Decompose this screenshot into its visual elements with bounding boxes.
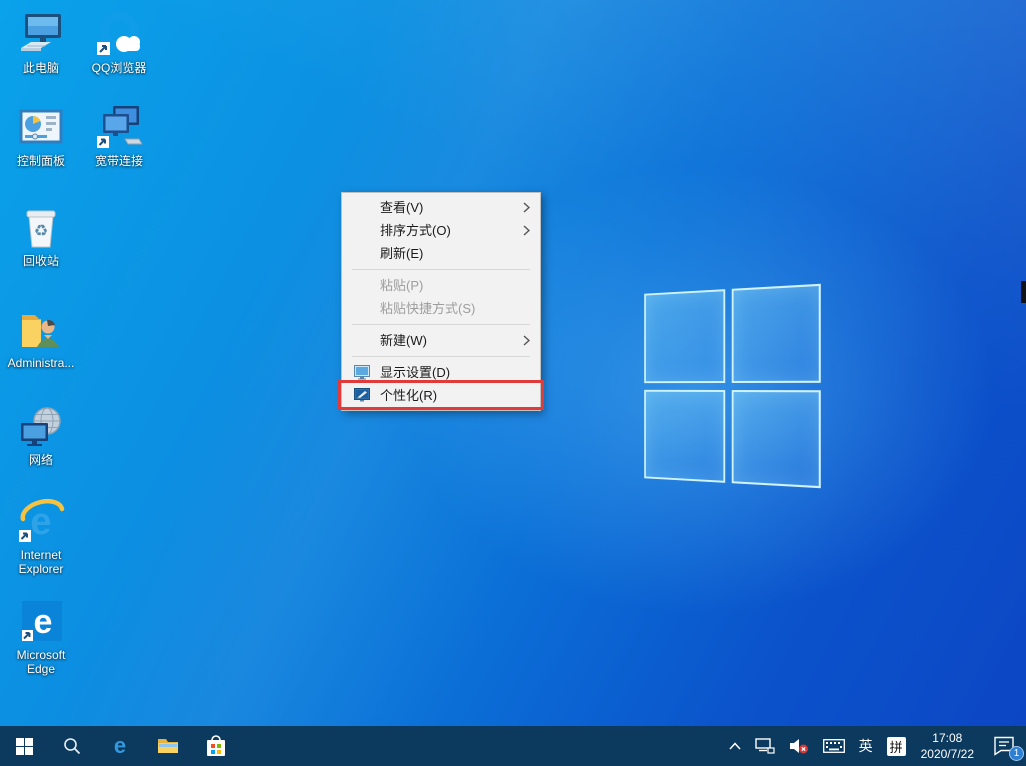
screen-edge-artifact — [1021, 281, 1026, 303]
search-icon — [63, 737, 81, 755]
svg-text:♻: ♻ — [34, 223, 48, 240]
edge-taskbar-button[interactable]: e — [96, 726, 144, 766]
ime-language-indicator[interactable]: 英 — [852, 726, 880, 766]
ime-mode-indicator[interactable]: 拼 — [880, 726, 913, 766]
clock-time: 17:08 — [921, 730, 974, 746]
menu-item-new[interactable]: 新建(W) — [342, 329, 540, 352]
menu-separator — [352, 324, 530, 325]
network-tray-button[interactable] — [748, 726, 782, 766]
desktop-icon-label: Internet Explorer — [2, 548, 80, 577]
volume-muted-icon — [789, 737, 809, 755]
logo-pane — [731, 284, 821, 383]
menu-item-sort-by[interactable]: 排序方式(O) — [342, 219, 540, 242]
menu-item-personalize[interactable]: 个性化(R) — [342, 384, 540, 407]
action-center-button[interactable]: 1 — [982, 726, 1026, 766]
recycle-bin-icon: ♻ — [17, 203, 65, 251]
edge-icon: e — [108, 734, 132, 758]
ime-mode-badge: 拼 — [887, 737, 906, 756]
start-button[interactable] — [0, 726, 48, 766]
taskbar-clock[interactable]: 17:08 2020/7/22 — [913, 730, 982, 762]
submenu-arrow-icon — [523, 202, 530, 213]
menu-item-paste-shortcut[interactable]: 粘贴快捷方式(S) — [342, 297, 540, 320]
personalize-icon — [354, 388, 370, 403]
svg-text:e: e — [34, 603, 53, 641]
desktop-icon-broadband[interactable]: 宽带连接 — [80, 103, 158, 168]
context-menu: 查看(V) 排序方式(O) 刷新(E) 粘贴(P) 粘贴快捷方式(S) 新建(W… — [341, 192, 541, 411]
control-panel-icon — [17, 103, 65, 151]
internet-explorer-icon: e — [17, 497, 65, 545]
menu-item-refresh[interactable]: 刷新(E) — [342, 242, 540, 265]
logo-pane — [644, 389, 725, 482]
display-settings-icon — [354, 365, 370, 380]
touch-keyboard-button[interactable] — [816, 726, 852, 766]
desktop-icon-label: QQ浏览器 — [80, 61, 158, 75]
menu-separator — [352, 356, 530, 357]
desktop-icon-control-panel[interactable]: 控制面板 — [2, 103, 80, 168]
desktop-icon-label: 此电脑 — [2, 61, 80, 75]
network-icon — [17, 402, 65, 450]
desktop-icon-label: Microsoft Edge — [2, 648, 80, 677]
desktop-icon-this-pc[interactable]: 此电脑 — [2, 10, 80, 75]
volume-tray-button[interactable] — [782, 726, 816, 766]
store-button[interactable] — [192, 726, 240, 766]
ethernet-network-icon — [755, 737, 775, 755]
submenu-arrow-icon — [523, 225, 530, 236]
desktop-icon-recycle-bin[interactable]: ♻ 回收站 — [2, 203, 80, 268]
svg-text:e: e — [114, 734, 126, 758]
clock-date: 2020/7/22 — [921, 746, 974, 762]
notification-badge: 1 — [1009, 746, 1024, 761]
desktop-icon-label: 控制面板 — [2, 154, 80, 168]
menu-item-display-settings[interactable]: 显示设置(D) — [342, 361, 540, 384]
taskbar: e — [0, 726, 1026, 766]
broadband-icon — [95, 103, 143, 151]
search-button[interactable] — [48, 726, 96, 766]
windows-logo-wallpaper — [644, 284, 821, 488]
desktop-icon-label: 网络 — [2, 453, 80, 467]
menu-item-view[interactable]: 查看(V) — [342, 196, 540, 219]
windows-start-icon — [16, 738, 33, 755]
desktop-icon-label: 宽带连接 — [80, 154, 158, 168]
logo-pane — [731, 390, 821, 489]
desktop-icon-qq-browser[interactable]: QQ浏览器 — [80, 10, 158, 75]
desktop[interactable]: 此电脑 QQ浏览器 控制面板 — [0, 0, 1026, 766]
desktop-icon-network[interactable]: 网络 — [2, 402, 80, 467]
admin-folder-icon — [17, 305, 65, 353]
tray-chevron-button[interactable] — [722, 726, 748, 766]
menu-separator — [352, 269, 530, 270]
logo-pane — [644, 289, 725, 382]
desktop-icon-internet-explorer[interactable]: e Internet Explorer — [2, 497, 80, 577]
desktop-icon-label: 回收站 — [2, 254, 80, 268]
chevron-up-icon — [729, 742, 741, 750]
this-pc-icon — [17, 10, 65, 58]
desktop-icon-admin-folder[interactable]: Administra... — [2, 305, 80, 370]
file-explorer-icon — [156, 734, 180, 758]
svg-text:e: e — [30, 501, 51, 543]
menu-item-paste[interactable]: 粘贴(P) — [342, 274, 540, 297]
desktop-icon-microsoft-edge[interactable]: e Microsoft Edge — [2, 597, 80, 677]
submenu-arrow-icon — [523, 335, 530, 346]
qq-browser-icon — [95, 10, 143, 58]
desktop-icon-label: Administra... — [2, 356, 80, 370]
microsoft-edge-icon: e — [17, 597, 65, 645]
touch-keyboard-icon — [823, 739, 845, 753]
system-tray: 英 拼 17:08 2020/7/22 1 — [722, 726, 1026, 766]
file-explorer-button[interactable] — [144, 726, 192, 766]
microsoft-store-icon — [205, 734, 227, 758]
